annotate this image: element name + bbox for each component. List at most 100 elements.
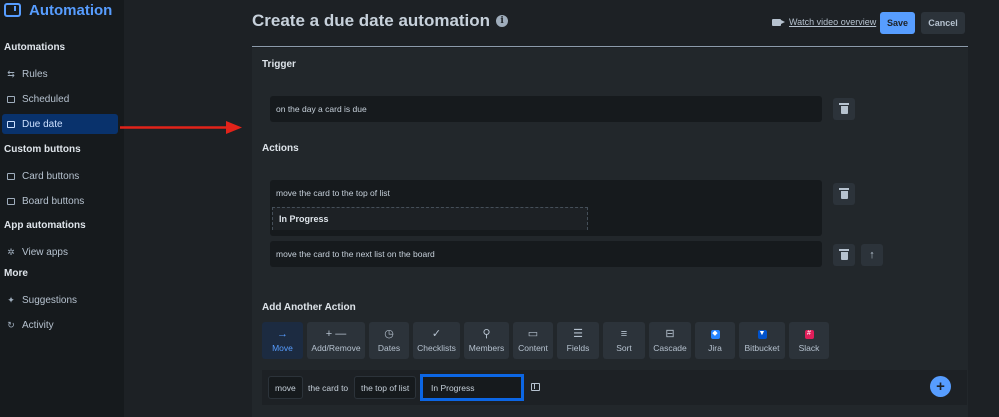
tile-label: Members bbox=[468, 343, 505, 353]
calendar-icon bbox=[7, 120, 15, 128]
sidebar-item-label: Board buttons bbox=[22, 195, 85, 207]
sidebar-item-card-buttons[interactable]: Card buttons bbox=[2, 166, 118, 186]
info-icon[interactable]: i bbox=[496, 15, 509, 27]
calendar-icon bbox=[7, 95, 15, 103]
actions-heading: Actions bbox=[262, 143, 299, 154]
trash-icon bbox=[839, 103, 849, 114]
sidebar-item-board-buttons[interactable]: Board buttons bbox=[2, 191, 118, 211]
board-icon bbox=[530, 383, 540, 391]
tile-dates[interactable]: ◷ Dates bbox=[369, 322, 409, 359]
tile-label: Bitbucket bbox=[744, 343, 780, 353]
tile-label: Add/Remove bbox=[311, 343, 361, 353]
action-1-text: move the card to the top of list bbox=[276, 188, 390, 198]
tile-label: Sort bbox=[616, 343, 632, 353]
tile-fields[interactable]: ☰ Fields bbox=[557, 322, 599, 359]
sidebar-item-label: View apps bbox=[22, 246, 68, 258]
tile-checklists[interactable]: ✓ Checklists bbox=[413, 322, 460, 359]
sparkle-icon: ✦ bbox=[7, 295, 15, 305]
tile-content[interactable]: ▭ Content bbox=[513, 322, 553, 359]
cascade-icon: ⊟ bbox=[665, 328, 675, 340]
move-action-up-button[interactable]: ↑ bbox=[861, 244, 883, 266]
person-icon: ⚲ bbox=[482, 328, 491, 340]
action-box-2[interactable]: move the card to the next list on the bo… bbox=[270, 241, 822, 267]
move-select[interactable]: move bbox=[268, 376, 303, 399]
sidebar-item-rules[interactable]: ⇆ Rules bbox=[2, 64, 118, 84]
automation-icon bbox=[4, 3, 21, 17]
trash-icon bbox=[839, 188, 849, 199]
sidebar-item-label: Suggestions bbox=[22, 294, 78, 306]
header-divider bbox=[252, 46, 968, 47]
sidebar-item-label: Card buttons bbox=[22, 170, 80, 182]
annotation-arrow bbox=[120, 121, 242, 134]
delete-action-1-button[interactable] bbox=[833, 183, 855, 205]
clock-icon: ◷ bbox=[384, 328, 394, 340]
video-camera-icon bbox=[772, 18, 785, 26]
trigger-heading: Trigger bbox=[262, 59, 296, 70]
nav-heading-app-automations: App automations bbox=[4, 220, 86, 231]
tile-label: Cascade bbox=[653, 343, 687, 353]
arrow-right-icon: → bbox=[277, 328, 288, 340]
cancel-button[interactable]: Cancel bbox=[921, 12, 965, 34]
sidebar-item-scheduled[interactable]: Scheduled bbox=[2, 89, 118, 109]
sliders-icon: ⇆ bbox=[7, 69, 15, 79]
sidebar-item-view-apps[interactable]: ✲ View apps bbox=[2, 242, 118, 262]
add-action-heading: Add Another Action bbox=[262, 302, 356, 313]
sidebar: Automation Automations ⇆ Rules Scheduled… bbox=[0, 0, 124, 417]
sidebar-item-due-date[interactable]: Due date bbox=[2, 114, 118, 134]
tile-label: Move bbox=[272, 343, 293, 353]
add-action-button[interactable]: + bbox=[930, 376, 951, 397]
page-title: Create a due date automation i bbox=[252, 11, 509, 31]
page-title-text: Create a due date automation bbox=[252, 11, 491, 30]
tile-jira[interactable]: ◆ Jira bbox=[695, 322, 735, 359]
sidebar-item-label: Due date bbox=[22, 118, 63, 130]
sort-icon: ≡ bbox=[620, 328, 628, 340]
tile-label: Dates bbox=[377, 343, 401, 353]
list-name-input[interactable]: In Progress bbox=[420, 374, 524, 401]
select-list-button[interactable] bbox=[528, 380, 542, 394]
gear-icon: ✲ bbox=[7, 247, 15, 257]
delete-trigger-button[interactable] bbox=[833, 98, 855, 120]
sidebar-item-suggestions[interactable]: ✦ Suggestions bbox=[2, 290, 118, 310]
tile-label: Checklists bbox=[417, 343, 456, 353]
builder-text: the card to bbox=[308, 383, 349, 393]
sidebar-item-label: Rules bbox=[22, 68, 48, 80]
plus-minus-icon: + — bbox=[325, 328, 347, 340]
arrow-up-icon: ↑ bbox=[869, 248, 875, 261]
tile-cascade[interactable]: ⊟ Cascade bbox=[649, 322, 691, 359]
tile-label: Content bbox=[518, 343, 548, 353]
app-title-label: Automation bbox=[29, 1, 113, 19]
tile-slack[interactable]: # Slack bbox=[789, 322, 829, 359]
nav-heading-custom-buttons: Custom buttons bbox=[4, 144, 81, 155]
sidebar-item-label: Scheduled bbox=[22, 93, 70, 105]
trigger-text: on the day a card is due bbox=[276, 104, 367, 114]
nav-heading-more: More bbox=[4, 268, 28, 279]
tile-bitbucket[interactable]: ▼ Bitbucket bbox=[739, 322, 785, 359]
tile-label: Slack bbox=[798, 343, 820, 353]
slack-icon: # bbox=[804, 328, 814, 340]
action-1-list-value[interactable]: In Progress bbox=[272, 207, 588, 230]
board-icon bbox=[7, 197, 15, 205]
trigger-box[interactable]: on the day a card is due bbox=[270, 96, 822, 122]
comment-icon: ▭ bbox=[527, 328, 539, 340]
jira-icon: ◆ bbox=[710, 329, 720, 339]
sidebar-item-label: Activity bbox=[22, 319, 54, 331]
watch-video-link[interactable]: Watch video overview bbox=[772, 17, 876, 27]
tile-add-remove[interactable]: + — Add/Remove bbox=[307, 322, 365, 359]
position-select[interactable]: the top of list bbox=[354, 376, 417, 399]
sidebar-item-activity[interactable]: ↻ Activity bbox=[2, 315, 118, 335]
fields-icon: ☰ bbox=[573, 328, 583, 340]
nav-heading-automations: Automations bbox=[4, 42, 66, 53]
check-icon: ✓ bbox=[431, 328, 442, 340]
tile-label: Jira bbox=[708, 343, 722, 353]
delete-action-2-button[interactable] bbox=[833, 244, 855, 266]
trash-icon bbox=[839, 249, 849, 260]
save-button[interactable]: Save bbox=[880, 12, 915, 34]
card-icon bbox=[7, 172, 15, 180]
tile-members[interactable]: ⚲ Members bbox=[464, 322, 509, 359]
tile-move[interactable]: → Move bbox=[262, 322, 303, 359]
tile-label: Fields bbox=[566, 343, 590, 353]
app-title[interactable]: Automation bbox=[4, 0, 112, 20]
tile-sort[interactable]: ≡ Sort bbox=[603, 322, 645, 359]
bitbucket-icon: ▼ bbox=[757, 329, 767, 339]
action-2-text: move the card to the next list on the bo… bbox=[276, 249, 435, 259]
